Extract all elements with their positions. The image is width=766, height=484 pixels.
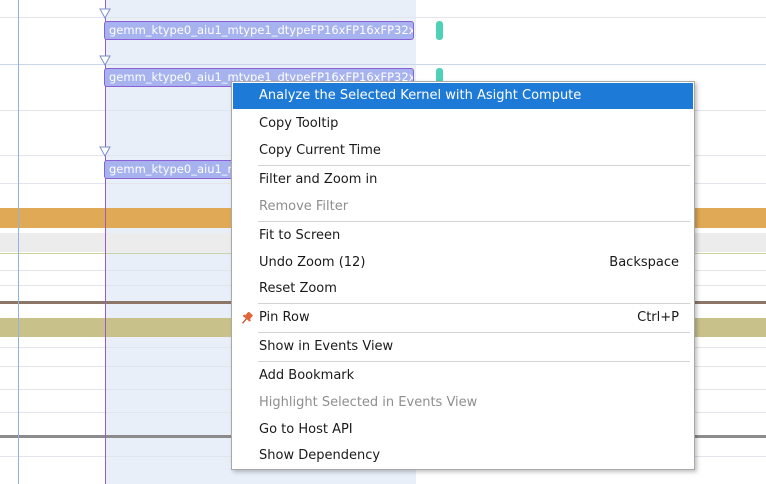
- menu-item-label: Fit to Screen: [259, 228, 341, 243]
- menu-item-pin-row[interactable]: Pin Row Ctrl+P: [233, 305, 693, 331]
- menu-item-show-in-events-view[interactable]: Show in Events View: [233, 334, 693, 360]
- menu-item-label: Reset Zoom: [259, 281, 337, 296]
- menu-item-undo-zoom[interactable]: Undo Zoom (12) Backspace: [233, 250, 693, 276]
- menu-item-label: Show in Events View: [259, 339, 394, 354]
- menu-item-highlight-selected: Highlight Selected in Events View: [233, 390, 693, 416]
- pin-icon: [242, 311, 253, 324]
- menu-item-label: Show Dependency: [259, 448, 381, 463]
- menu-item-reset-zoom[interactable]: Reset Zoom: [233, 276, 693, 302]
- menu-item-go-to-host-api[interactable]: Go to Host API: [233, 417, 693, 443]
- menu-separator: [258, 332, 690, 333]
- menu-item-label: Add Bookmark: [259, 368, 355, 383]
- menu-item-copy-current-time[interactable]: Copy Current Time: [233, 138, 693, 164]
- menu-item-label: Copy Tooltip: [259, 116, 339, 131]
- menu-item-show-dependency[interactable]: Show Dependency: [233, 443, 693, 469]
- menu-separator: [258, 303, 690, 304]
- teal-event-marker[interactable]: [436, 21, 443, 40]
- menu-item-label: Copy Current Time: [259, 143, 381, 158]
- menu-item-label: Remove Filter: [259, 199, 349, 214]
- menu-item-label: Undo Zoom (12): [259, 255, 366, 270]
- menu-item-label: Filter and Zoom in: [259, 172, 378, 187]
- menu-item-label: Highlight Selected in Events View: [259, 395, 478, 410]
- marker-triangle-icon[interactable]: [99, 8, 111, 20]
- marker-triangle-icon[interactable]: [99, 55, 111, 67]
- menu-item-shortcut: Backspace: [609, 255, 679, 270]
- menu-separator: [258, 165, 690, 166]
- menu-item-label: Analyze the Selected Kernel with Asight …: [259, 88, 582, 103]
- menu-separator: [258, 361, 690, 362]
- left-guide-line: [18, 0, 19, 484]
- menu-item-shortcut: Ctrl+P: [637, 310, 679, 325]
- menu-item-label: Go to Host API: [259, 422, 353, 437]
- menu-item-copy-tooltip[interactable]: Copy Tooltip: [233, 111, 693, 137]
- context-menu: Analyze the Selected Kernel with Asight …: [231, 81, 695, 470]
- menu-item-analyze-kernel[interactable]: Analyze the Selected Kernel with Asight …: [233, 83, 693, 109]
- menu-separator: [258, 221, 690, 222]
- row-divider: [0, 64, 766, 65]
- menu-item-fit-to-screen[interactable]: Fit to Screen: [233, 223, 693, 249]
- kernel-event[interactable]: gemm_ktype0_aiu1_mtype1_dtypeFP16xFP16xF…: [104, 21, 414, 40]
- menu-item-filter-and-zoom[interactable]: Filter and Zoom in: [233, 167, 693, 193]
- menu-item-remove-filter: Remove Filter: [233, 194, 693, 220]
- menu-item-add-bookmark[interactable]: Add Bookmark: [233, 363, 693, 389]
- marker-triangle-icon[interactable]: [99, 146, 111, 158]
- menu-item-label: Pin Row: [259, 310, 310, 325]
- row-divider: [0, 17, 766, 18]
